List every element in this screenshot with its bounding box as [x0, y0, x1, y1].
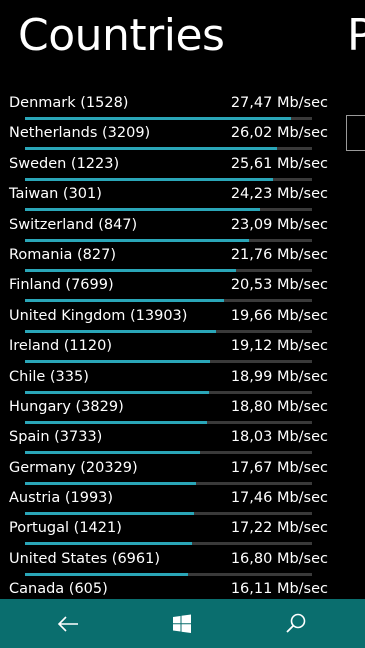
country-speed: 26,02 Mb/sec [230, 125, 328, 142]
list-item[interactable]: Finland (7699) 20,53 Mb/sec [0, 272, 340, 303]
list-item[interactable]: Netherlands (3209) 26,02 Mb/sec [0, 120, 340, 151]
country-speed: 18,03 Mb/sec [230, 429, 328, 446]
country-name: United Kingdom (13903) [9, 307, 188, 324]
list-item[interactable]: Taiwan (301) 24,23 Mb/sec [0, 181, 340, 212]
country-name: Spain (3733) [9, 429, 103, 446]
country-speed: 27,47 Mb/sec [230, 95, 328, 111]
country-speed: 18,99 Mb/sec [230, 368, 328, 385]
country-speed: 20,53 Mb/sec [230, 277, 328, 294]
list-item[interactable]: Austria (1993) 17,46 Mb/sec [0, 485, 340, 516]
search-icon [286, 613, 306, 633]
page-title: Countries [18, 10, 225, 61]
country-name: Portugal (1421) [9, 520, 122, 537]
start-button[interactable] [152, 599, 212, 648]
country-speed: 21,76 Mb/sec [230, 246, 328, 263]
country-speed: 17,22 Mb/sec [230, 520, 328, 537]
country-speed: 19,12 Mb/sec [230, 338, 328, 355]
country-name: Finland (7699) [9, 277, 114, 294]
next-pivot-button-peek[interactable] [346, 115, 365, 151]
country-list[interactable]: Denmark (1528) 27,47 Mb/sec Netherlands (3… [0, 90, 340, 599]
country-name: Canada (605) [9, 581, 108, 598]
country-name: Ireland (1120) [9, 338, 112, 355]
country-speed: 17,46 Mb/sec [230, 490, 328, 507]
next-pivot-title-peek[interactable]: P [347, 6, 365, 66]
windows-logo-icon [173, 614, 191, 633]
country-speed: 17,67 Mb/sec [230, 459, 328, 476]
back-button[interactable] [38, 599, 98, 648]
country-speed: 24,23 Mb/sec [230, 186, 328, 203]
country-speed: 19,66 Mb/sec [230, 307, 328, 324]
list-item[interactable]: Denmark (1528) 27,47 Mb/sec [0, 90, 340, 120]
country-name: Austria (1993) [9, 490, 114, 507]
list-item[interactable]: Chile (335) 18,99 Mb/sec [0, 364, 340, 394]
list-item[interactable]: Hungary (3829) 18,80 Mb/sec [0, 394, 340, 424]
list-item[interactable]: Ireland (1120) 19,12 Mb/sec [0, 333, 340, 364]
country-speed: 16,11 Mb/sec [230, 581, 328, 598]
country-speed: 18,80 Mb/sec [230, 398, 328, 415]
list-item[interactable]: United States (6961) 16,80 Mb/sec [0, 546, 340, 576]
list-item[interactable]: Sweden (1223) 25,61 Mb/sec [0, 151, 340, 181]
country-name: Hungary (3829) [9, 398, 124, 415]
search-button[interactable] [266, 599, 326, 648]
country-speed: 25,61 Mb/sec [230, 155, 328, 172]
list-item[interactable]: Switzerland (847) 23,09 Mb/sec [0, 212, 340, 242]
list-item[interactable]: Canada (605) 16,11 Mb/sec [0, 576, 340, 599]
country-name: Denmark (1528) [9, 95, 129, 111]
country-name: Germany (20329) [9, 459, 138, 476]
country-name: Netherlands (3209) [9, 125, 151, 142]
back-arrow-icon [57, 615, 78, 632]
list-item[interactable]: United Kingdom (13903) 19,66 Mb/sec [0, 303, 340, 333]
list-item[interactable]: Portugal (1421) 17,22 Mb/sec [0, 515, 340, 546]
country-speed: 23,09 Mb/sec [230, 216, 328, 233]
country-speed: 16,80 Mb/sec [230, 550, 328, 567]
country-name: Chile (335) [9, 368, 89, 385]
country-name: Sweden (1223) [9, 155, 120, 172]
list-item[interactable]: Romania (827) 21,76 Mb/sec [0, 242, 340, 272]
list-item[interactable]: Germany (20329) 17,67 Mb/sec [0, 455, 340, 485]
country-name: Taiwan (301) [9, 186, 102, 203]
navigation-bar [0, 599, 365, 648]
list-item[interactable]: Spain (3733) 18,03 Mb/sec [0, 424, 340, 455]
country-name: Romania (827) [9, 246, 117, 263]
country-name: United States (6961) [9, 550, 161, 567]
country-name: Switzerland (847) [9, 216, 138, 233]
